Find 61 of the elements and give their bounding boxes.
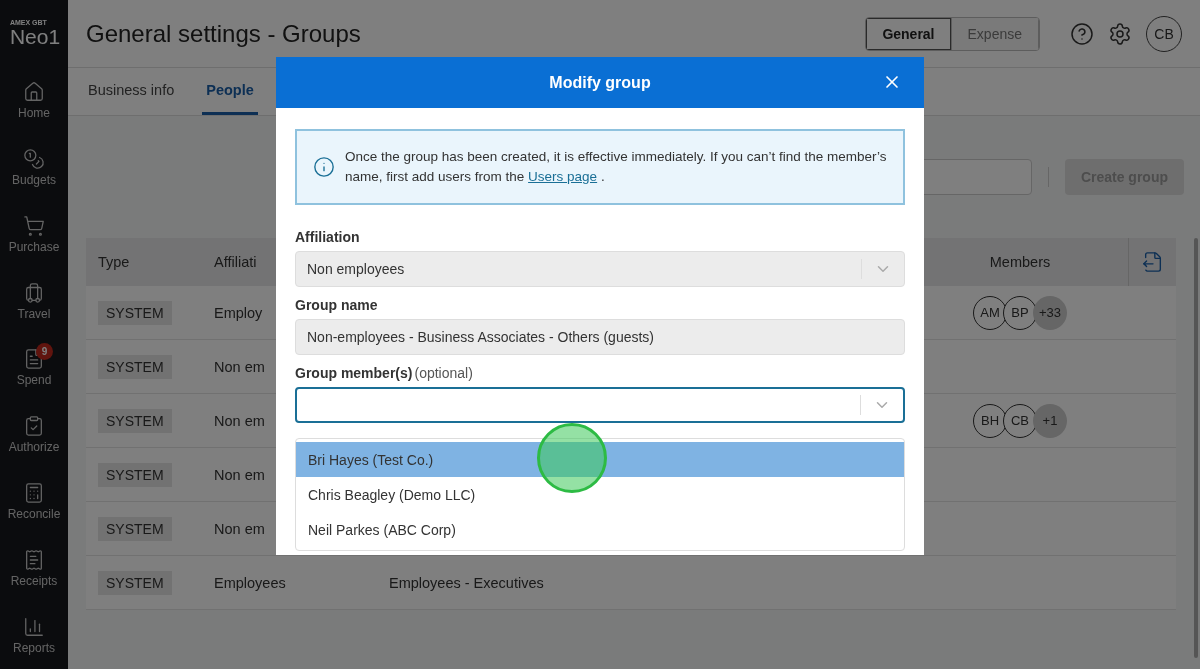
- member-avatar: AM: [973, 295, 1007, 330]
- table-cell: Non em: [214, 520, 265, 537]
- field-label: Group name: [295, 297, 378, 313]
- dialog-title: Modify group: [549, 73, 651, 92]
- users-page-link[interactable]: Users page: [528, 169, 598, 184]
- nav-icon: [23, 348, 45, 371]
- affiliation-select[interactable]: Non employees: [295, 251, 905, 287]
- type-tag: SYSTEM: [98, 408, 172, 433]
- nav-icon: [23, 80, 45, 103]
- optional-hint: (optional): [414, 365, 473, 381]
- field-label: Group member(s): [295, 365, 413, 381]
- nav-item[interactable]: Spend 9: [0, 334, 68, 402]
- type-tag: SYSTEM: [98, 462, 172, 487]
- table-cell: Employees: [214, 574, 286, 591]
- table-cell: Employ: [214, 304, 263, 321]
- nav-item[interactable]: Reports: [0, 602, 68, 669]
- nav-icon: [23, 281, 45, 304]
- type-tag: SYSTEM: [98, 570, 172, 595]
- nav-item[interactable]: Receipts: [0, 535, 68, 603]
- mode-toggle[interactable]: General: [866, 17, 952, 50]
- tab[interactable]: People: [202, 68, 258, 115]
- nav-icon: [23, 616, 45, 639]
- option-item[interactable]: Bri Hayes (Test Co.): [296, 442, 904, 477]
- type-tag: SYSTEM: [98, 300, 172, 325]
- nav-icon: [23, 482, 45, 505]
- member-avatar: CB: [1003, 403, 1037, 438]
- table-cell: Employees - Executives: [389, 574, 544, 591]
- mode-toggle[interactable]: Expense: [951, 17, 1039, 50]
- column-header: Affiliati: [214, 254, 257, 270]
- nav-item[interactable]: Purchase: [0, 200, 68, 268]
- page-title: General settings - Groups: [86, 19, 362, 48]
- column-header: Members: [989, 254, 1051, 270]
- nav-item[interactable]: Authorize: [0, 401, 68, 469]
- tab[interactable]: Business info: [84, 68, 179, 115]
- nav-icon: [23, 415, 45, 438]
- nav-item[interactable]: Budgets: [0, 133, 68, 201]
- table-cell: Non em: [214, 358, 265, 375]
- field-label: Affiliation: [295, 229, 360, 245]
- settings-icon[interactable]: [1108, 21, 1132, 46]
- notification-badge: 9: [36, 342, 53, 360]
- more-members-count: +1: [1033, 403, 1067, 438]
- type-tag: SYSTEM: [98, 354, 172, 379]
- product-logo: Neo1: [9, 26, 61, 48]
- member-avatar: BH: [973, 403, 1007, 438]
- nav-icon: [23, 549, 45, 572]
- nav-item[interactable]: Travel: [0, 267, 68, 335]
- more-members-count: +33: [1033, 295, 1067, 330]
- member-avatar: BP: [1003, 295, 1037, 330]
- table-cell: Non em: [214, 466, 265, 483]
- nav-icon: [23, 214, 45, 237]
- info-icon: [313, 156, 335, 178]
- group-name-field[interactable]: Non-employees - Business Associates - Others (guests): [295, 319, 905, 355]
- nav-icon: [23, 147, 45, 170]
- nav-item[interactable]: Home: [0, 66, 68, 134]
- help-icon[interactable]: [1070, 21, 1094, 46]
- members-select[interactable]: [295, 387, 905, 423]
- info-message: Once the group has been created, it is effective immediately. If you can’t find the member’s name, first add users from the Users page .: [345, 148, 887, 186]
- table-cell: Non em: [214, 412, 265, 429]
- type-tag: SYSTEM: [98, 516, 172, 541]
- nav-item[interactable]: Reconcile: [0, 468, 68, 536]
- column-header: Type: [98, 254, 130, 270]
